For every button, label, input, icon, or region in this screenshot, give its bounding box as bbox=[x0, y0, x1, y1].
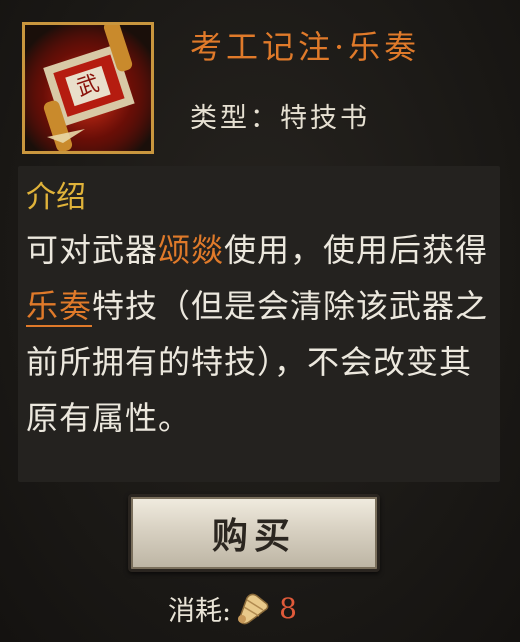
description-text: 可对武器颂燚使用，使用后获得乐奏特技（但是会清除该武器之前所拥有的特技），不会改… bbox=[26, 222, 496, 446]
item-type-row: 类型：特技书 bbox=[190, 96, 370, 135]
desc-text-1: 可对武器 bbox=[26, 231, 159, 269]
desc-skill-name: 乐奏 bbox=[26, 287, 93, 327]
cost-row: 消耗: 8 bbox=[168, 588, 297, 628]
item-icon-frame: 武 bbox=[22, 22, 154, 154]
desc-weapon-name: 颂燚 bbox=[158, 231, 225, 269]
item-detail-panel: 武 考工记注·乐奏 类型：特技书 介绍 可对武器颂燚使用，使用后获得乐奏特技（但… bbox=[0, 0, 520, 642]
cost-label: 消耗: bbox=[168, 595, 232, 627]
desc-text-2: 使用，使用后获得 bbox=[224, 231, 489, 269]
item-title: 考工记注·乐奏 bbox=[190, 28, 421, 66]
scroll-book-icon: 武 bbox=[25, 25, 151, 151]
type-value: 特技书 bbox=[280, 103, 370, 134]
desc-text-3: 特技（但是会清除该武器之前所拥有的特技），不会改变其原有属性。 bbox=[26, 287, 489, 437]
buy-button[interactable]: 购买 bbox=[128, 494, 380, 572]
description-heading: 介绍 bbox=[26, 180, 86, 215]
cost-amount: 8 bbox=[279, 591, 297, 625]
scroll-token-icon bbox=[238, 593, 269, 625]
type-label: 类型： bbox=[190, 103, 280, 134]
